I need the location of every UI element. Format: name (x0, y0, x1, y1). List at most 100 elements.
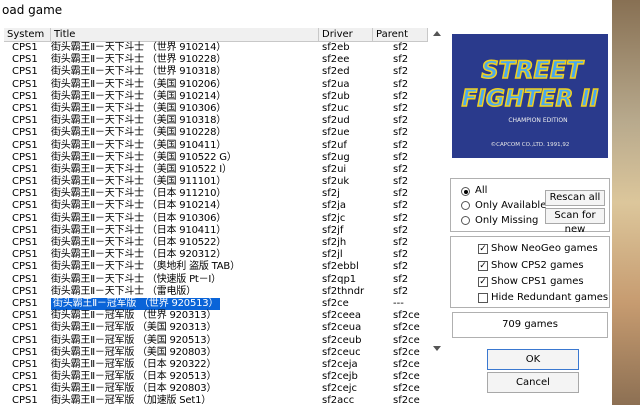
row-parent: sf2 (393, 224, 409, 236)
row-title: 街头霸王Ⅱ－天下斗士 （美国 910411） (51, 139, 227, 151)
radio-only-available-label[interactable]: Only Available (475, 200, 546, 211)
list-item[interactable]: CPS1 街头霸王Ⅱ－天下斗士 （日本 910306） sf2jc sf2 (4, 213, 428, 225)
row-parent: sf2 (393, 90, 409, 102)
checkbox-show-neogeo[interactable]: ✓ (478, 244, 488, 254)
row-driver: sf2uk (322, 176, 350, 188)
list-item[interactable]: CPS1 街头霸王Ⅱ－天下斗士 （奥地利 盗版 TAB） sf2ebbl sf2 (4, 261, 428, 273)
row-parent: sf2ce (393, 358, 420, 370)
row-driver: sf2j (322, 188, 340, 200)
column-header-title[interactable]: Title (51, 28, 319, 41)
scroll-down-icon[interactable] (433, 346, 441, 351)
list-item[interactable]: CPS1 街头霸王Ⅱ－天下斗士 （美国 910214） sf2ub sf2 (4, 91, 428, 103)
scroll-up-icon[interactable] (433, 31, 441, 36)
row-system: CPS1 (12, 163, 38, 175)
row-driver: sf2ub (322, 90, 350, 102)
row-parent: sf2ce (393, 371, 420, 383)
list-item[interactable]: CPS1 街头霸王Ⅱ－冠军版 （日本 920803） sf2cejc sf2ce (4, 383, 428, 395)
list-item[interactable]: CPS1 街头霸王Ⅱ－冠军版 （日本 920513） sf2cejb sf2ce (4, 371, 428, 383)
list-item[interactable]: CPS1 街头霸王Ⅱ－天下斗士 （世界 910318） sf2ed sf2 (4, 66, 428, 78)
column-header-driver[interactable]: Driver (319, 28, 373, 41)
row-system: CPS1 (12, 200, 38, 212)
scan-for-new-button[interactable]: Scan for new (545, 208, 605, 235)
game-count: 709 games (452, 312, 608, 338)
list-item[interactable]: CPS1 街头霸王Ⅱ－天下斗士 （日本 920312） sf2jl sf2 (4, 249, 428, 261)
list-item[interactable]: CPS1 街头霸王Ⅱ－天下斗士 （美国 910206） sf2ua sf2 (4, 79, 428, 91)
row-title: 街头霸王Ⅱ－天下斗士 （世界 910228） (51, 54, 227, 66)
list-item[interactable]: CPS1 街头霸王Ⅱ－天下斗士 （雷电版） sf2thndr sf2 (4, 286, 428, 298)
game-list[interactable]: System Title Driver Parent CPS1 街头霸王Ⅱ－天下斗… (4, 28, 428, 405)
row-driver: sf2ce (322, 297, 349, 309)
row-system: CPS1 (12, 151, 38, 163)
list-scrollbar[interactable] (430, 28, 444, 405)
checkbox-show-cps2[interactable]: ✓ (478, 261, 488, 271)
row-title: 街头霸王Ⅱ－冠军版 （世界 920513） (51, 297, 221, 311)
row-parent: sf2 (393, 188, 409, 200)
row-parent: sf2 (393, 261, 409, 273)
rescan-all-button[interactable]: Rescan all (545, 190, 605, 206)
column-header-parent[interactable]: Parent (373, 28, 428, 41)
row-parent: sf2ce (393, 310, 420, 322)
list-item[interactable]: CPS1 街头霸王Ⅱ－天下斗士 （美国 911101） sf2uk sf2 (4, 176, 428, 188)
row-title: 街头霸王Ⅱ－天下斗士 （美国 910522 I） (51, 163, 232, 175)
show-cps2-label[interactable]: Show CPS2 games (491, 260, 584, 271)
list-item[interactable]: CPS1 街头霸王Ⅱ－冠军版 （美国 920513） sf2ceub sf2ce (4, 335, 428, 347)
show-cps1-label[interactable]: Show CPS1 games (491, 276, 584, 287)
row-title: 街头霸王Ⅱ－冠军版 （日本 920513） (51, 371, 217, 383)
row-title: 街头霸王Ⅱ－天下斗士 （日本 910411） (51, 224, 227, 236)
row-parent: sf2ce (393, 395, 420, 405)
list-item[interactable]: CPS1 街头霸王Ⅱ－天下斗士 （美国 910522 G） sf2ug sf2 (4, 152, 428, 164)
list-item[interactable]: CPS1 街头霸王Ⅱ－天下斗士 （日本 910214） sf2ja sf2 (4, 200, 428, 212)
list-item[interactable]: CPS1 街头霸王Ⅱ－天下斗士 （日本 910411） sf2jf sf2 (4, 225, 428, 237)
list-item[interactable]: CPS1 街头霸王Ⅱ－冠军版 （日本 920322） sf2ceja sf2ce (4, 359, 428, 371)
show-neogeo-label[interactable]: Show NeoGeo games (491, 243, 598, 254)
list-item[interactable]: CPS1 街头霸王Ⅱ－天下斗士 （美国 910318） sf2ud sf2 (4, 115, 428, 127)
ok-button[interactable]: OK (487, 349, 579, 370)
list-item[interactable]: CPS1 街头霸王Ⅱ－冠军版 （美国 920313） sf2ceua sf2ce (4, 322, 428, 334)
checkbox-show-cps1[interactable]: ✓ (478, 277, 488, 287)
radio-only-available[interactable] (461, 201, 470, 210)
row-parent: sf2ce (393, 322, 420, 334)
list-item[interactable]: CPS1 街头霸王Ⅱ－天下斗士 （世界 910228） sf2ee sf2 (4, 54, 428, 66)
row-system: CPS1 (12, 90, 38, 102)
row-parent: sf2 (393, 237, 409, 248)
background-edge (612, 0, 640, 405)
options-group: ✓ Show NeoGeo games ✓ Show CPS2 games ✓ … (450, 236, 610, 308)
row-system: CPS1 (12, 346, 38, 358)
list-item[interactable]: CPS1 街头霸王Ⅱ－天下斗士 （日本 910522） sf2jh sf2 (4, 237, 428, 249)
row-parent: sf2 (393, 151, 409, 163)
list-item[interactable]: CPS1 街头霸王Ⅱ－冠军版 （美国 920803） sf2ceuc sf2ce (4, 347, 428, 359)
row-parent: sf2 (393, 200, 409, 212)
row-driver: sf2ceub (322, 334, 362, 346)
radio-all[interactable] (461, 187, 470, 196)
list-item[interactable]: CPS1 街头霸王Ⅱ－天下斗士 （美国 910306） sf2uc sf2 (4, 103, 428, 115)
row-title: 街头霸王Ⅱ－天下斗士 （美国 910206） (51, 78, 227, 90)
row-driver: sf2jf (322, 224, 344, 236)
row-driver: sf2ui (322, 163, 347, 175)
radio-all-label[interactable]: All (475, 185, 487, 196)
row-parent: sf2 (393, 273, 409, 285)
row-title: 街头霸王Ⅱ－天下斗士 （雷电版） (51, 285, 196, 297)
radio-only-missing-label[interactable]: Only Missing (475, 215, 538, 226)
row-title: 街头霸王Ⅱ－冠军版 （美国 920513） (51, 334, 217, 346)
row-system: CPS1 (12, 188, 38, 200)
cancel-button[interactable]: Cancel (487, 372, 579, 393)
radio-only-missing[interactable] (461, 216, 470, 225)
list-item[interactable]: CPS1 街头霸王Ⅱ－天下斗士 （美国 910522 I） sf2ui sf2 (4, 164, 428, 176)
column-header-system[interactable]: System (4, 28, 51, 41)
row-parent: sf2 (393, 54, 409, 66)
list-item[interactable]: CPS1 街头霸王Ⅱ－冠军版 （世界 920313） sf2ceea sf2ce (4, 310, 428, 322)
row-driver: sf2ceuc (322, 346, 361, 358)
list-item[interactable]: CPS1 街头霸王Ⅱ－冠军版 （加速版 Set1） sf2acc sf2ce (4, 395, 428, 405)
row-driver: sf2eb (322, 42, 350, 53)
list-item[interactable]: CPS1 街头霸王Ⅱ－天下斗士 （日本 911210） sf2j sf2 (4, 188, 428, 200)
list-item[interactable]: CPS1 街头霸王Ⅱ－冠军版 （世界 920513） sf2ce --- (4, 297, 428, 311)
list-item[interactable]: CPS1 街头霸王Ⅱ－天下斗士 （美国 910411） sf2uf sf2 (4, 140, 428, 152)
list-item[interactable]: CPS1 街头霸王Ⅱ－天下斗士 （快速版 Pt－I） sf2qp1 sf2 (4, 274, 428, 286)
list-header: System Title Driver Parent (4, 28, 428, 42)
checkbox-hide-redundant[interactable] (478, 293, 488, 303)
list-item[interactable]: CPS1 街头霸王Ⅱ－天下斗士 （美国 910228） sf2ue sf2 (4, 127, 428, 139)
list-item[interactable]: CPS1 街头霸王Ⅱ－天下斗士 （世界 910214） sf2eb sf2 (4, 42, 428, 54)
hide-redundant-label[interactable]: Hide Redundant games (491, 292, 608, 303)
row-title: 街头霸王Ⅱ－冠军版 （日本 920322） (51, 358, 217, 370)
row-parent: sf2ce (393, 346, 420, 358)
